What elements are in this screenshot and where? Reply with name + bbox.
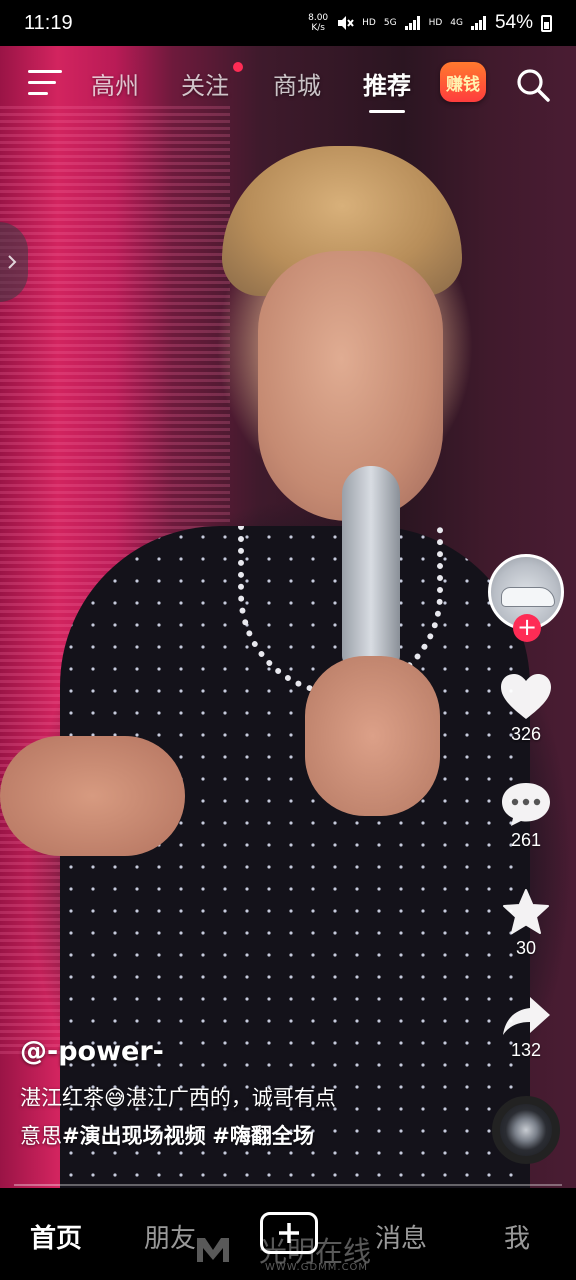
share-button[interactable]: 132 xyxy=(496,994,556,1061)
tab-local[interactable]: 高州 xyxy=(91,66,139,101)
description-text: 意思 xyxy=(20,1124,62,1148)
like-count: 326 xyxy=(510,724,542,744)
share-icon xyxy=(503,997,550,1035)
menu-icon[interactable] xyxy=(28,70,62,96)
comment-icon xyxy=(502,783,550,826)
share-count: 132 xyxy=(510,1040,542,1060)
favorite-button[interactable]: 30 xyxy=(496,888,556,959)
video-progress-bar[interactable] xyxy=(14,1184,562,1186)
tab-mall[interactable]: 商城 xyxy=(273,66,321,101)
tab-following[interactable]: 关注 xyxy=(181,66,229,101)
author-avatar-group[interactable]: + xyxy=(488,554,566,644)
hd-label: HD xyxy=(362,18,376,28)
video-caption: @-power- 湛江红茶😅湛江广西的，诚哥有点 意思#演出现场视频 #嗨翻全场 xyxy=(20,1036,460,1155)
battery-percentage: 54% xyxy=(494,12,533,33)
heart-icon xyxy=(501,674,551,719)
tab-recommended[interactable]: 推荐 xyxy=(363,66,411,113)
author-name[interactable]: @-power- xyxy=(20,1036,460,1067)
performer-hand-holding-mic xyxy=(305,656,440,816)
follow-button[interactable]: + xyxy=(513,614,541,642)
video-description: 湛江红茶😅湛江广西的，诚哥有点 意思#演出现场视频 #嗨翻全场 xyxy=(20,1079,460,1155)
music-disc-icon[interactable] xyxy=(492,1096,560,1164)
hashtag-party[interactable]: #嗨翻全场 xyxy=(212,1124,314,1148)
status-icons: 8.00 K/s HD 5G HD 4G 54% xyxy=(308,12,552,34)
comment-count: 261 xyxy=(510,830,542,850)
mute-icon xyxy=(338,16,354,30)
network-speed: 8.00 K/s xyxy=(308,13,329,33)
following-notification-dot xyxy=(233,62,243,72)
comment-button[interactable]: 261 xyxy=(496,780,556,851)
search-icon[interactable] xyxy=(515,67,551,103)
description-line-2: 意思#演出现场视频 #嗨翻全场 xyxy=(20,1117,460,1155)
watermark-logo-icon xyxy=(197,1238,229,1262)
video-feed-screen: 11:19 8.00 K/s HD 5G HD 4G 54% 高州 关注 商城 … xyxy=(0,0,576,1280)
like-button[interactable]: 326 xyxy=(496,672,556,745)
signal-strength-icon-2 xyxy=(470,16,487,30)
star-icon xyxy=(503,889,549,934)
status-bar: 11:19 8.00 K/s HD 5G HD 4G 54% xyxy=(0,0,576,46)
watermark-url: WWW.GDMM.COM xyxy=(265,1262,369,1273)
nav-friends[interactable]: 朋友 xyxy=(144,1218,196,1255)
watermark: 光明在线 WWW.GDMM.COM xyxy=(195,1230,395,1276)
top-nav: 高州 关注 商城 推荐 赚钱 xyxy=(0,52,576,116)
chevron-right-icon xyxy=(8,255,17,269)
favorite-count: 30 xyxy=(515,938,537,958)
network-type-label-2: 4G xyxy=(450,18,463,28)
performer-pointing-hand xyxy=(0,736,185,856)
nav-me[interactable]: 我 xyxy=(504,1218,530,1255)
signal-strength-icon xyxy=(404,16,421,30)
microphone xyxy=(342,466,400,666)
description-line-1: 湛江红茶😅湛江广西的，诚哥有点 xyxy=(20,1086,336,1110)
clock: 11:19 xyxy=(24,11,73,34)
car-avatar-image xyxy=(501,587,555,607)
battery-icon xyxy=(541,14,552,32)
network-type-label: 5G xyxy=(383,18,397,28)
hd-label-2: HD xyxy=(428,18,443,28)
hashtag-live-performance[interactable]: #演出现场视频 xyxy=(62,1124,206,1148)
nav-home[interactable]: 首页 xyxy=(30,1218,82,1255)
earn-money-button[interactable]: 赚钱 xyxy=(440,62,486,102)
